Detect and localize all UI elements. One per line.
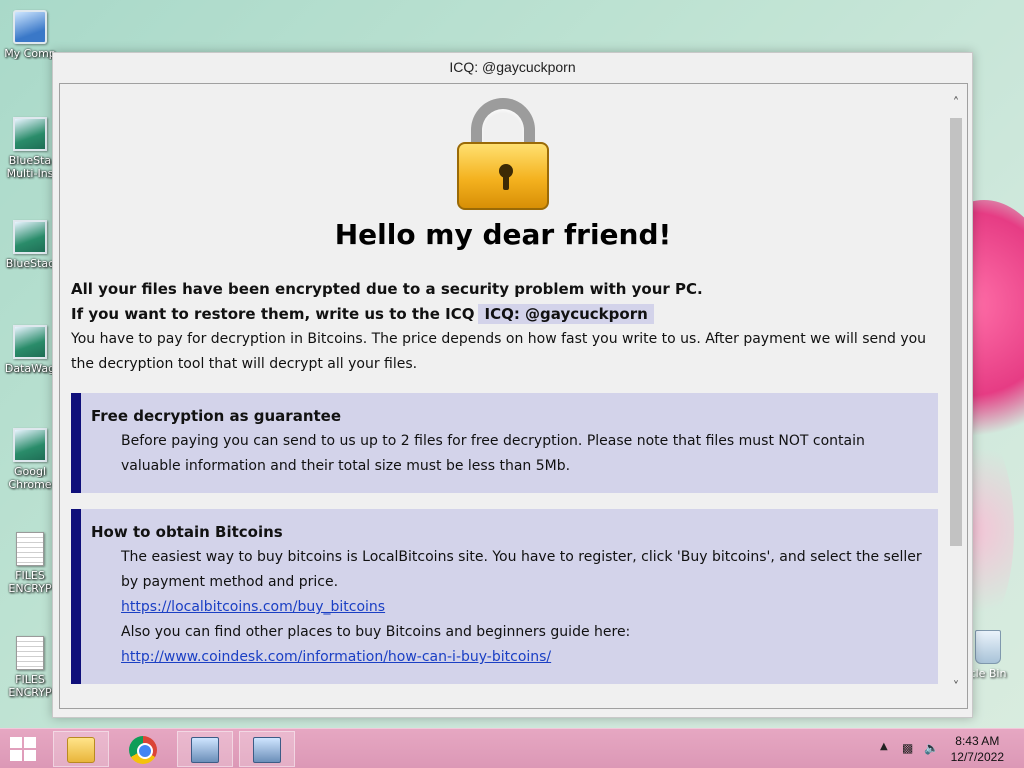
icq-contact-tag: ICQ: @gaycuckporn	[478, 304, 654, 324]
desktop-icon-files-encrypted-1[interactable]: FILES ENCRYP	[2, 532, 58, 595]
desktop-icon-datawag[interactable]: DataWag	[2, 325, 58, 375]
desktop-icon-label: BlueStac	[5, 257, 55, 270]
volume-icon[interactable]: 🔈	[924, 741, 940, 755]
free-decryption-text: Before paying you can send to us up to 2…	[121, 433, 865, 474]
scrollbar-thumb[interactable]	[950, 118, 962, 546]
desktop-icon-bluestacks-multi[interactable]: BlueSta Multi-Ins	[2, 117, 58, 180]
desktop-icon-label: Multi-Ins	[6, 167, 54, 180]
desktop-icon-label: Chrome	[8, 478, 52, 491]
obtain-bitcoins-block: How to obtain Bitcoins The easiest way t…	[71, 509, 938, 684]
system-tray: ▲ ▩ 🔈 8:43 AM 12/7/2022	[864, 729, 1024, 768]
ransom-window: ICQ: @gaycuckporn Hello my dear friend! …	[52, 52, 973, 718]
desktop-icon-files-encrypted-2[interactable]: FILES ENCRYP	[2, 636, 58, 699]
obtain-bitcoins-title: How to obtain Bitcoins	[91, 523, 283, 541]
window-title: ICQ: @gaycuckporn	[449, 59, 576, 75]
desktop-icon-label: ENCRYP	[8, 582, 52, 595]
taskbar-network-app-1[interactable]	[177, 731, 233, 767]
free-decryption-title: Free decryption as guarantee	[91, 407, 342, 425]
desktop-icon-label: My Comp	[4, 47, 56, 60]
encrypted-notice: All your files have been encrypted due t…	[71, 280, 703, 298]
message-frame: Hello my dear friend! All your files hav…	[59, 83, 968, 709]
payment-notice: You have to pay for decryption in Bitcoi…	[71, 331, 927, 372]
desktop-icon-label: BlueSta	[8, 154, 52, 167]
clock-date: 12/7/2022	[950, 750, 1004, 764]
scroll-down-icon[interactable]: ˅	[948, 680, 964, 696]
desktop-icon-label: FILES	[15, 673, 45, 686]
network-app-icon	[253, 737, 281, 763]
desktop-icon-bluestacks[interactable]: BlueStac	[2, 220, 58, 270]
network-status-icon[interactable]: ▩	[902, 741, 918, 755]
recycle-bin-icon	[975, 630, 1001, 664]
windows-logo-icon	[10, 737, 22, 748]
chrome-shortcut-icon	[13, 428, 47, 462]
localbitcoins-link[interactable]: https://localbitcoins.com/buy_bitcoins	[121, 599, 385, 615]
greeting-heading: Hello my dear friend!	[334, 218, 672, 251]
desktop-icon-label: FILES	[15, 569, 45, 582]
desktop-icon-my-computer[interactable]: My Comp	[2, 10, 58, 60]
text-file-icon	[16, 636, 44, 670]
obtain-bitcoins-text: The easiest way to buy bitcoins is Local…	[121, 549, 922, 590]
restore-text: If you want to restore them, write us to…	[71, 305, 475, 323]
other-places-text: Also you can find other places to buy Bi…	[121, 624, 631, 640]
bluestacks-icon	[13, 220, 47, 254]
show-hidden-icons-icon[interactable]: ▲	[880, 741, 888, 752]
scroll-up-icon[interactable]: ˄	[948, 96, 964, 112]
restore-notice: If you want to restore them, write us to…	[71, 302, 936, 327]
bluestacks-icon	[13, 117, 47, 151]
coindesk-link[interactable]: http://www.coindesk.com/information/how-…	[121, 649, 551, 665]
folder-icon	[67, 737, 95, 763]
start-button[interactable]	[10, 737, 36, 761]
intro-text: All your files have been encrypted due t…	[60, 277, 946, 377]
message-content: Hello my dear friend! All your files hav…	[60, 84, 946, 708]
desktop-icon-label: DataWag	[4, 362, 56, 375]
vertical-scrollbar[interactable]: ˄ ˅	[945, 84, 967, 708]
text-file-icon	[16, 532, 44, 566]
desktop-icon-google-chrome[interactable]: Googl Chrome	[2, 428, 58, 491]
padlock-icon	[453, 96, 553, 214]
desktop-icon-label: ENCRYP	[8, 686, 52, 699]
computer-icon	[13, 10, 47, 44]
taskbar-chrome[interactable]	[115, 731, 171, 767]
taskbar: ▲ ▩ 🔈 8:43 AM 12/7/2022	[0, 728, 1024, 768]
taskbar-network-app-2[interactable]	[239, 731, 295, 767]
clock-time: 8:43 AM	[955, 734, 1000, 748]
taskbar-file-explorer[interactable]	[53, 731, 109, 767]
datawag-icon	[13, 325, 47, 359]
desktop-icon-label: Googl	[13, 465, 47, 478]
free-decryption-block: Free decryption as guarantee Before payi…	[71, 393, 938, 493]
chrome-icon	[129, 736, 157, 764]
clock[interactable]: 8:43 AM 12/7/2022	[951, 733, 1004, 765]
network-app-icon	[191, 737, 219, 763]
